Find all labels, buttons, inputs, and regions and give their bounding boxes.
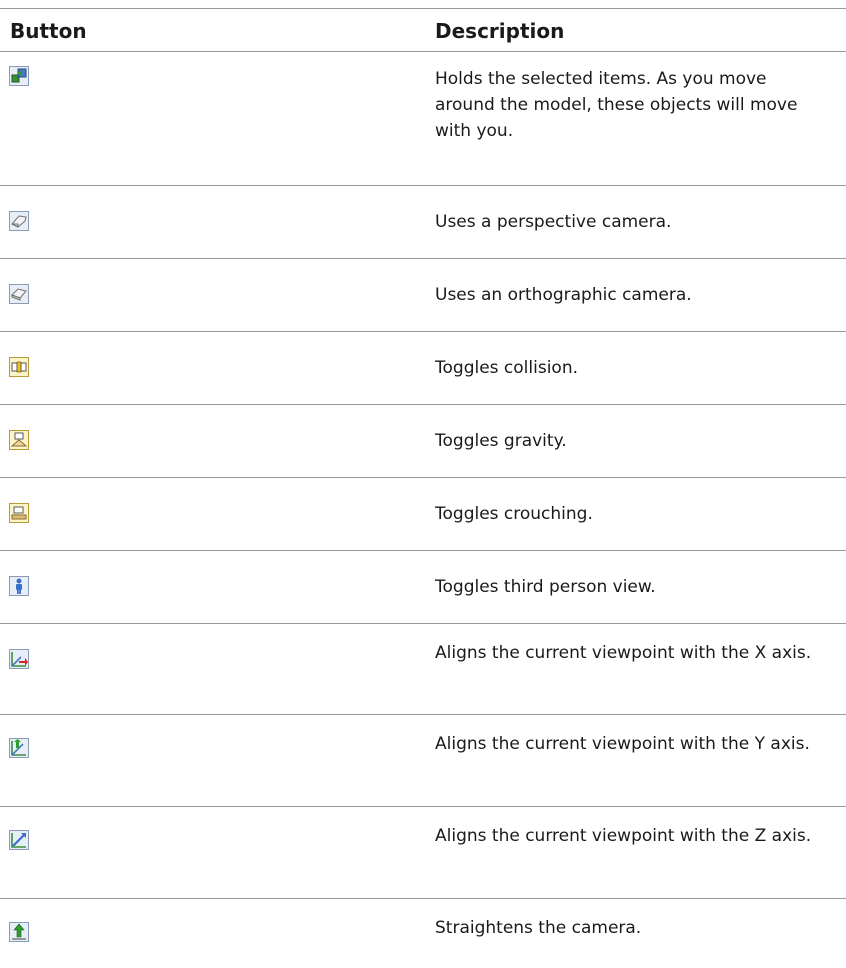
row-description: Straightens the camera. (435, 918, 642, 938)
table-row: Uses an orthographic camera. (0, 259, 846, 332)
table-row: Toggles gravity. (0, 405, 846, 478)
row-description: Toggles third person view. (435, 577, 656, 597)
table-row: Toggles crouching. (0, 478, 846, 551)
table-row: Aligns the current viewpoint with the Y … (0, 715, 846, 807)
straighten-icon[interactable] (9, 922, 29, 942)
table-row: Straightens the camera. (0, 899, 846, 967)
row-description: Aligns the current viewpoint with the X … (435, 643, 812, 663)
collision-icon[interactable] (9, 357, 29, 377)
hold-icon[interactable] (9, 66, 29, 86)
align-y-icon[interactable] (9, 738, 29, 758)
row-description: Aligns the current viewpoint with the Z … (435, 826, 812, 846)
third-person-icon[interactable] (9, 576, 29, 596)
table-row: Uses a perspective camera. (0, 186, 846, 259)
button-description-table: Button Description Holds the selected it… (0, 8, 846, 967)
table-row: Aligns the current viewpoint with the X … (0, 624, 846, 715)
row-description: Toggles collision. (435, 358, 578, 378)
orthographic-camera-icon[interactable] (9, 284, 29, 304)
row-description: Toggles crouching. (435, 504, 593, 524)
row-description: Uses a perspective camera. (435, 212, 672, 232)
align-z-icon[interactable] (9, 830, 29, 850)
row-description: Aligns the current viewpoint with the Y … (435, 734, 810, 754)
perspective-camera-icon[interactable] (9, 211, 29, 231)
row-description: Uses an orthographic camera. (435, 285, 692, 305)
row-description: Holds the selected items. As you move ar… (435, 69, 798, 141)
table-row: Toggles third person view. (0, 551, 846, 624)
header-button: Button (10, 19, 87, 43)
table-row: Toggles collision. (0, 332, 846, 405)
table-row: Holds the selected items. As you move ar… (0, 52, 846, 186)
table-header: Button Description (0, 8, 846, 52)
crouch-icon[interactable] (9, 503, 29, 523)
align-x-icon[interactable] (9, 649, 29, 669)
row-description: Toggles gravity. (435, 431, 567, 451)
header-description: Description (435, 19, 565, 43)
table-row: Aligns the current viewpoint with the Z … (0, 807, 846, 899)
gravity-icon[interactable] (9, 430, 29, 450)
